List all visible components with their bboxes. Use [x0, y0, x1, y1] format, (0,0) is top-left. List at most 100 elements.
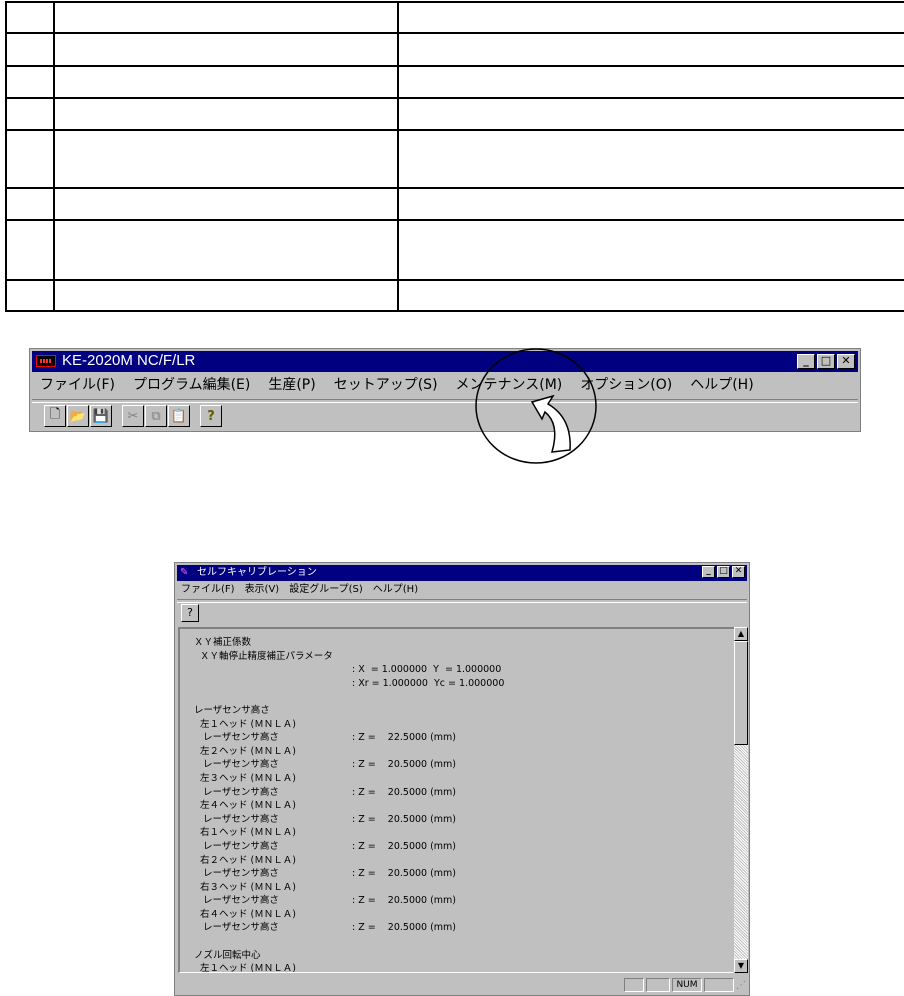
menu-file[interactable]: ファイル(F) — [181, 583, 235, 597]
open-folder-icon[interactable]: 📂 — [67, 405, 89, 427]
window-title: KE-2020M NC/F/LR — [62, 352, 196, 369]
list-item: : X = 1.000000 Y = 1.000000 — [194, 663, 501, 677]
app-icon — [36, 355, 56, 367]
line-label: 左４ヘッド (ＭＮＬＡ) — [194, 800, 296, 812]
line-label: 左３ヘッド (ＭＮＬＡ) — [194, 772, 296, 784]
line-value: : Z = 20.5000 (mm) — [352, 786, 457, 798]
list-item: レーザセンサ高さ : Z = 20.5000 (mm) — [194, 921, 456, 935]
line-label: 右１ヘッド (ＭＮＬＡ) — [194, 827, 296, 839]
menu-option[interactable]: オプション(O) — [580, 375, 672, 395]
line-label: 左１ヘッド (ＭＮＬＡ) — [194, 963, 296, 973]
list-item: レーザセンサ高さ : Z = 20.5000 (mm) — [194, 813, 456, 827]
line-label: 左１ヘッド (ＭＮＬＡ) — [194, 718, 296, 730]
line-label: ＸＹ軸停止精度補正パラメータ — [194, 650, 333, 662]
list-item: レーザセンサ高さ: Z = 20.5000 (mm) — [194, 894, 456, 908]
list-item: 右４ヘッド (ＭＮＬＡ) — [194, 908, 333, 922]
line-label: 右４ヘッド (ＭＮＬＡ) — [194, 908, 296, 920]
scroll-thumb[interactable] — [734, 641, 748, 745]
list-item: ＸＹ軸停止精度補正パラメータ — [194, 650, 333, 664]
table-row — [5, 187, 904, 221]
line-label: レーザセンサ高さ — [194, 732, 279, 744]
toolbar-separator — [177, 599, 747, 603]
toolbar-separator — [32, 399, 858, 403]
minimize-button[interactable]: _ — [797, 354, 815, 369]
line-value: : Z = 20.5000 (mm) — [352, 840, 457, 852]
line-value: : Z = 22.5000 (mm) — [352, 732, 457, 744]
list-item — [194, 935, 333, 949]
calibration-lines: ＸＹ補正係数 ＸＹ軸停止精度補正パラメータ: X = 1.000000 Y = … — [194, 636, 504, 973]
paste-icon[interactable]: 📋 — [168, 405, 190, 427]
save-icon[interactable]: 💾 — [90, 405, 112, 427]
list-item: ノズル回転中心 — [194, 949, 333, 963]
menu-help[interactable]: ヘルプ(H) — [690, 375, 753, 395]
menu-file[interactable]: ファイル(F) — [40, 375, 115, 395]
list-item: レーザセンサ高さ: Z = 20.5000 (mm) — [194, 758, 456, 772]
menu-view[interactable]: 表示(V) — [245, 583, 280, 597]
table-row — [5, 65, 904, 99]
list-item: ＸＹ補正係数 — [194, 636, 333, 650]
table-row — [5, 97, 904, 131]
maximize-button[interactable]: □ — [717, 566, 730, 578]
line-label: レーザセンサ高さ — [194, 813, 279, 825]
status-bar: NUM ⋰ — [178, 976, 746, 993]
list-item: レーザセンサ高さ — [194, 704, 333, 718]
list-item: 左１ヘッド (ＭＮＬＡ) — [194, 962, 333, 973]
menu-help[interactable]: ヘルプ(H) — [373, 583, 418, 597]
window-title: セルフキャリブレーション — [197, 567, 317, 578]
line-label: 左２ヘッド (ＭＮＬＡ) — [194, 745, 296, 757]
resize-grip-icon[interactable]: ⋰ — [736, 980, 746, 991]
help-icon[interactable]: ? — [181, 604, 199, 622]
line-value: : Z = 20.5000 (mm) — [352, 868, 457, 880]
table-row — [5, 1, 904, 34]
list-item — [194, 690, 333, 704]
vertical-scrollbar[interactable]: ▲ ▼ — [734, 627, 748, 973]
toolbar: 🗋 📂 💾 ✂ ⧉ 📋 ? — [44, 404, 223, 428]
line-label: レーザセンサ高さ — [194, 704, 270, 716]
line-value: : Z = 20.5000 (mm) — [352, 922, 457, 934]
menu-maintenance[interactable]: メンテナンス(M) — [456, 375, 563, 395]
copy-icon[interactable]: ⧉ — [145, 405, 167, 427]
line-label: レーザセンサ高さ — [194, 922, 279, 934]
status-pane — [624, 978, 644, 992]
calibration-text-area[interactable]: ＸＹ補正係数 ＸＹ軸停止精度補正パラメータ: X = 1.000000 Y = … — [178, 627, 735, 973]
list-item: 右１ヘッド (ＭＮＬＡ) — [194, 826, 333, 840]
list-item: 右２ヘッド (ＭＮＬＡ) — [194, 854, 333, 868]
scroll-up-button[interactable]: ▲ — [734, 627, 748, 641]
app-icon: ✎ — [180, 567, 189, 578]
menu-program-edit[interactable]: プログラム編集(E) — [133, 375, 250, 395]
new-file-icon[interactable]: 🗋 — [44, 405, 66, 427]
table-row — [5, 32, 904, 67]
menu-setup[interactable]: セットアップ(S) — [334, 375, 438, 395]
line-label: ノズル回転中心 — [194, 949, 261, 961]
main-app-window: KE-2020M NC/F/LR _ □ ✕ ファイル(F) プログラム編集(E… — [29, 348, 861, 432]
status-num: NUM — [672, 978, 702, 992]
scroll-down-button[interactable]: ▼ — [734, 959, 748, 973]
list-item: 右３ヘッド (ＭＮＬＡ) — [194, 881, 333, 895]
title-bar[interactable]: ✎ セルフキャリブレーション _ □ ✕ — [177, 565, 747, 581]
list-item: 左４ヘッド (ＭＮＬＡ) — [194, 799, 333, 813]
line-label: 右３ヘッド (ＭＮＬＡ) — [194, 881, 296, 893]
close-button[interactable]: ✕ — [732, 566, 745, 578]
line-value: : Z = 20.5000 (mm) — [352, 813, 457, 825]
line-label: レーザセンサ高さ — [194, 868, 279, 880]
list-item: : Xr = 1.000000 Yc = 1.000000 — [194, 677, 504, 691]
close-button[interactable]: ✕ — [837, 354, 855, 369]
menu-setting-group[interactable]: 設定グループ(S) — [289, 583, 363, 597]
line-label: レーザセンサ高さ — [194, 840, 279, 852]
list-item: レーザセンサ高さ : Z = 20.5000 (mm) — [194, 867, 456, 881]
line-value: : Z = 20.5000 (mm) — [352, 759, 457, 771]
cut-icon[interactable]: ✂ — [122, 405, 144, 427]
maximize-button[interactable]: □ — [817, 354, 835, 369]
title-bar[interactable]: KE-2020M NC/F/LR _ □ ✕ — [32, 351, 858, 372]
menu-bar: ファイル(F) 表示(V) 設定グループ(S) ヘルプ(H) — [181, 583, 428, 597]
status-pane — [704, 978, 734, 992]
line-label: 右２ヘッド (ＭＮＬＡ) — [194, 854, 296, 866]
menu-production[interactable]: 生産(P) — [268, 375, 315, 395]
list-item: レーザセンサ高さ : Z = 20.5000 (mm) — [194, 840, 456, 854]
status-pane — [646, 978, 670, 992]
line-label: ＸＹ補正係数 — [194, 637, 252, 648]
list-item: 左２ヘッド (ＭＮＬＡ) — [194, 745, 333, 759]
help-icon[interactable]: ? — [200, 405, 222, 427]
minimize-button[interactable]: _ — [702, 566, 715, 578]
list-item: 左１ヘッド (ＭＮＬＡ) — [194, 718, 333, 732]
